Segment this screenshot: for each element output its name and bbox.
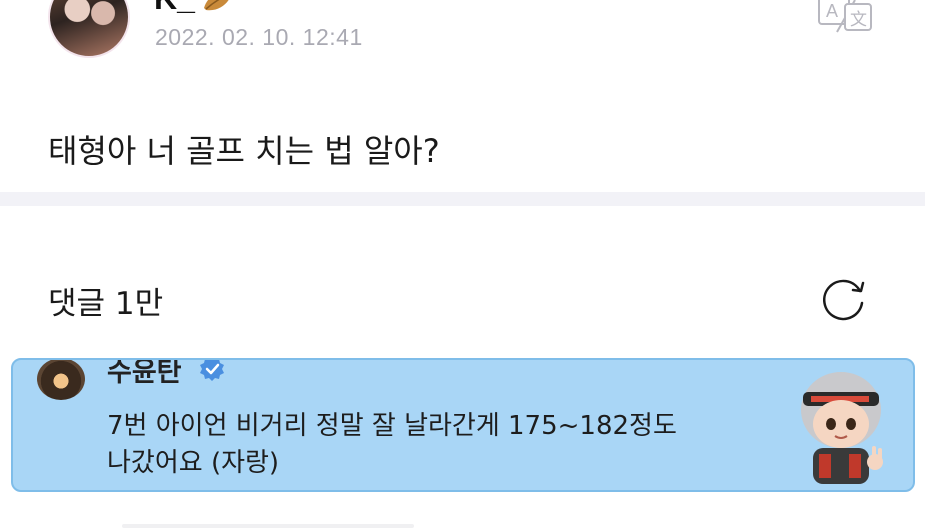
- commenter-name[interactable]: 수윤탄: [107, 360, 182, 389]
- refresh-icon[interactable]: [820, 275, 868, 321]
- section-divider: [0, 192, 925, 206]
- next-item-edge: [122, 524, 414, 528]
- comment-text-line: 7번 아이언 비거리 정말 잘 날라간게 175~182정도: [107, 411, 677, 441]
- svg-text:A: A: [826, 1, 838, 21]
- comments-count-header: 댓글 1만: [48, 286, 164, 322]
- author-avatar[interactable]: [48, 0, 130, 58]
- post-body-text: 태형아 너 골프 치는 법 알아?: [48, 132, 440, 170]
- commenter-avatar[interactable]: [37, 360, 85, 400]
- comment-text-line: 나갔어요 (자랑): [107, 448, 280, 478]
- leaf-emoji-icon: [204, 0, 229, 11]
- author-name[interactable]: K_: [154, 0, 195, 17]
- post-header: K_ 2022. 02. 10. 12:41 A 文: [0, 0, 925, 90]
- comment-text: 7번 아이언 비거리 정말 잘 날라간게 175~182정도 나갔어요 (자랑): [107, 408, 747, 482]
- translate-icon[interactable]: A 文: [815, 0, 877, 36]
- post-timestamp: 2022. 02. 10. 12:41: [155, 24, 363, 50]
- highlighted-comment[interactable]: 수윤탄 7번 아이언 비거리 정말 잘 날라간게 175~182정도 나갔어요 …: [11, 358, 915, 492]
- verified-icon: [200, 360, 224, 381]
- svg-text:文: 文: [850, 10, 867, 30]
- character-sticker-icon: [801, 372, 883, 484]
